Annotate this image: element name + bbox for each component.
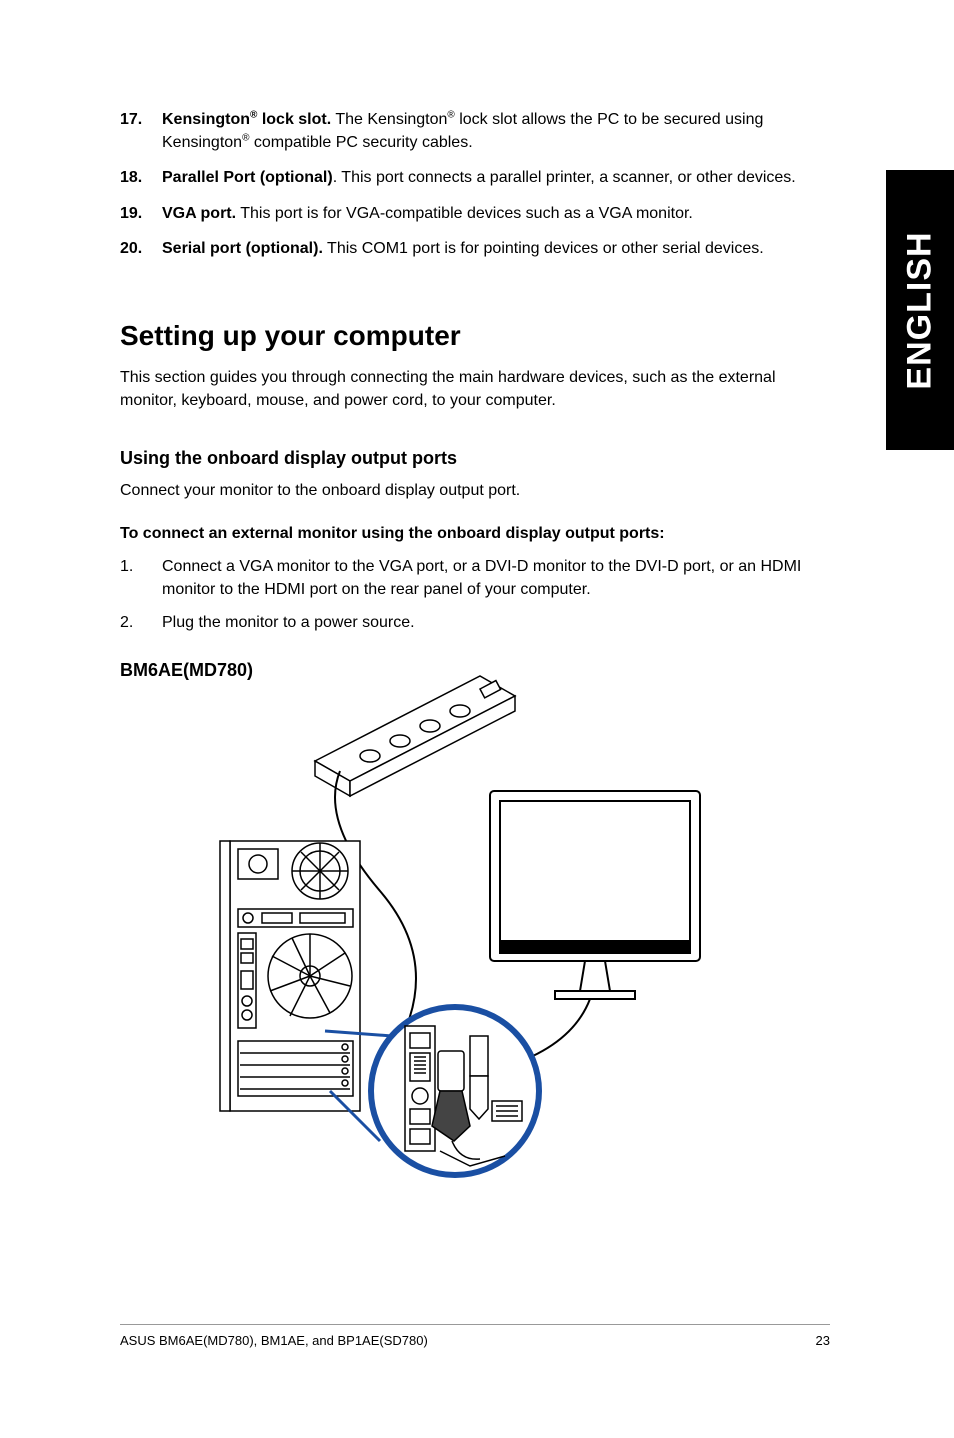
language-label: ENGLISH — [901, 231, 940, 389]
connection-diagram — [170, 671, 710, 1181]
spec-item-17: 17. Kensington® lock slot. The Kensingto… — [120, 108, 830, 154]
item-text: Kensington® lock slot. The Kensington® l… — [162, 108, 830, 154]
sub-heading: Using the onboard display output ports — [120, 448, 830, 469]
main-content: 17. Kensington® lock slot. The Kensingto… — [120, 108, 830, 1181]
item-number: 19. — [120, 202, 162, 225]
item-text: Parallel Port (optional). This port conn… — [162, 166, 830, 189]
section-paragraph: This section guides you through connecti… — [120, 366, 830, 412]
footer-left: ASUS BM6AE(MD780), BM1AE, and BP1AE(SD78… — [120, 1333, 428, 1348]
step-number: 2. — [120, 611, 162, 634]
step-1: 1. Connect a VGA monitor to the VGA port… — [120, 555, 830, 601]
step-text: Plug the monitor to a power source. — [162, 611, 830, 634]
spec-item-20: 20. Serial port (optional). This COM1 po… — [120, 237, 830, 260]
spec-item-19: 19. VGA port. This port is for VGA-compa… — [120, 202, 830, 225]
diagram-svg — [170, 671, 710, 1181]
item-number: 18. — [120, 166, 162, 189]
page-footer: ASUS BM6AE(MD780), BM1AE, and BP1AE(SD78… — [120, 1324, 830, 1348]
section-title: Setting up your computer — [120, 320, 830, 352]
language-tab: ENGLISH — [886, 170, 954, 450]
step-2: 2. Plug the monitor to a power source. — [120, 611, 830, 634]
step-number: 1. — [120, 555, 162, 601]
item-number: 20. — [120, 237, 162, 260]
step-text: Connect a VGA monitor to the VGA port, o… — [162, 555, 830, 601]
item-text: Serial port (optional). This COM1 port i… — [162, 237, 830, 260]
item-number: 17. — [120, 108, 162, 154]
to-connect-heading: To connect an external monitor using the… — [120, 525, 830, 543]
sub-paragraph: Connect your monitor to the onboard disp… — [120, 479, 830, 502]
spec-item-18: 18. Parallel Port (optional). This port … — [120, 166, 830, 189]
item-text: VGA port. This port is for VGA-compatibl… — [162, 202, 830, 225]
footer-page-number: 23 — [816, 1333, 830, 1348]
